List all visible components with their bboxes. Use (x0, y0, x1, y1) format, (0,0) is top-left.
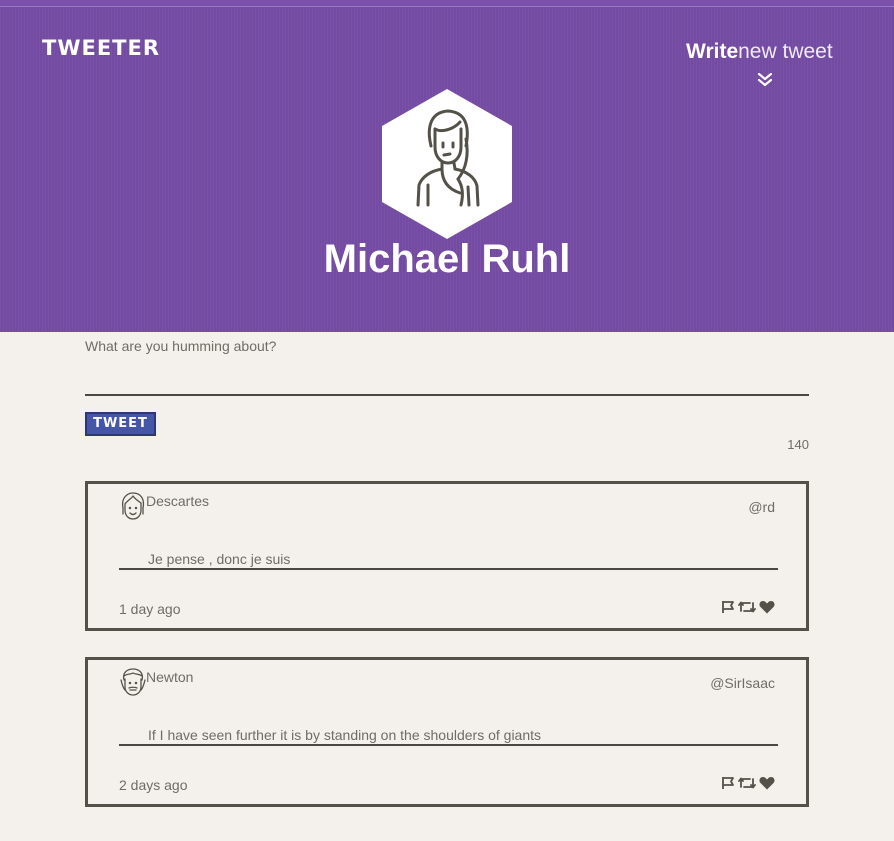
tweet-username[interactable]: Newton (146, 669, 193, 685)
character-counter: 140 (787, 437, 809, 452)
tweet-timestamp: 1 day ago (119, 601, 181, 617)
tweet-input-underline[interactable] (85, 394, 809, 396)
tweet-actions (721, 776, 775, 790)
tweet-timestamp: 2 days ago (119, 777, 188, 793)
chevron-double-down-icon[interactable] (757, 73, 773, 87)
retweet-icon[interactable] (738, 776, 756, 790)
face-avatar-icon (121, 492, 145, 520)
tweet-button[interactable]: TWEET (85, 412, 156, 436)
app-logo[interactable]: TWEETER (42, 36, 160, 60)
heart-icon[interactable] (759, 600, 775, 614)
tweet-actions (721, 600, 775, 614)
tweet-divider (119, 568, 778, 570)
compose-toggle-bold: Write (686, 40, 739, 63)
tweet-card: Newton @SirIsaac If I have seen further … (85, 657, 809, 807)
tweet-input-prompt[interactable]: What are you humming about? (85, 338, 276, 354)
tweet-username[interactable]: Descartes (146, 493, 209, 509)
heart-icon[interactable] (759, 776, 775, 790)
tweet-divider (119, 744, 778, 746)
retweet-icon[interactable] (738, 600, 756, 614)
flag-icon[interactable] (721, 776, 735, 790)
tweet-handle[interactable]: @rd (748, 499, 775, 515)
write-new-tweet-toggle[interactable]: Writenew tweet (686, 40, 833, 64)
compose-toggle-light: new tweet (738, 40, 833, 63)
tweet-text: If I have seen further it is by standing… (148, 727, 542, 743)
flag-icon[interactable] (721, 600, 735, 614)
tweet-card: Descartes @rd Je pense , donc je suis 1 … (85, 481, 809, 631)
tweet-handle[interactable]: @SirIsaac (710, 675, 775, 691)
woman-avatar-icon (382, 89, 512, 239)
profile-name: Michael Ruhl (323, 237, 571, 281)
tweet-text: Je pense , donc je suis (148, 551, 291, 567)
face-avatar-icon (120, 668, 146, 696)
profile-header: TWEETER Writenew tweet Michael Ruhl (0, 7, 894, 332)
top-border (0, 0, 894, 7)
